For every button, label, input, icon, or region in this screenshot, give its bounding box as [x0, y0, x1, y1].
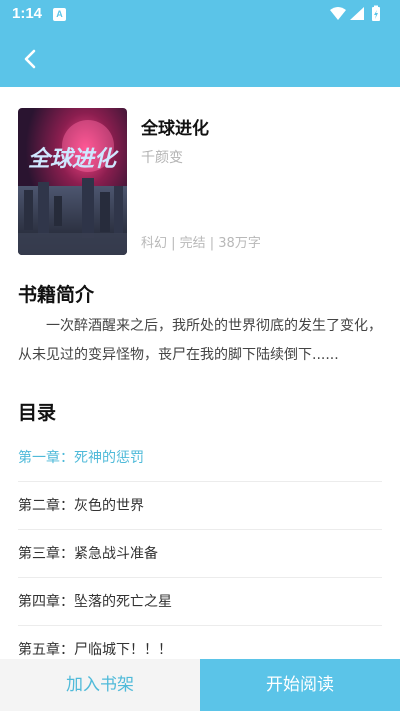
- chapter-item[interactable]: 第一章：死神的惩罚: [18, 434, 382, 482]
- chapter-item[interactable]: 第二章：灰色的世界: [18, 482, 382, 530]
- chapter-item[interactable]: 第四章：坠落的死亡之星: [18, 578, 382, 626]
- top-app-bar: 1:14 A: [0, 0, 400, 87]
- cover-title-art: 全球进化: [28, 146, 119, 172]
- status-time: 1:14: [12, 5, 43, 22]
- chevron-left-icon: [24, 49, 36, 69]
- book-meta: 科幻 | 完结 | 38万字: [141, 236, 261, 251]
- status-icons: [330, 5, 380, 21]
- back-button[interactable]: [14, 44, 48, 74]
- book-author: 千颜变: [141, 150, 183, 166]
- signal-icon: [350, 7, 364, 20]
- chapter-item[interactable]: 第三章：紧急战斗准备: [18, 530, 382, 578]
- wifi-icon: [330, 7, 346, 20]
- intro-heading: 书籍简介: [18, 284, 95, 306]
- battery-charging-icon: [372, 5, 380, 21]
- add-to-shelf-button[interactable]: 加入书架: [0, 659, 200, 711]
- book-title: 全球进化: [141, 119, 209, 139]
- status-bar: 1:14 A: [0, 0, 400, 28]
- notification-icon: A: [53, 8, 66, 21]
- start-reading-button[interactable]: 开始阅读: [200, 659, 400, 711]
- intro-text: 一次醉酒醒来之后，我所处的世界彻底的发生了变化，从未见过的变异怪物，丧尸在我的脚…: [18, 318, 382, 363]
- toc-heading: 目录: [18, 402, 57, 424]
- book-cover: 全球进化: [18, 108, 127, 255]
- bottom-action-bar: 加入书架 开始阅读: [0, 659, 400, 711]
